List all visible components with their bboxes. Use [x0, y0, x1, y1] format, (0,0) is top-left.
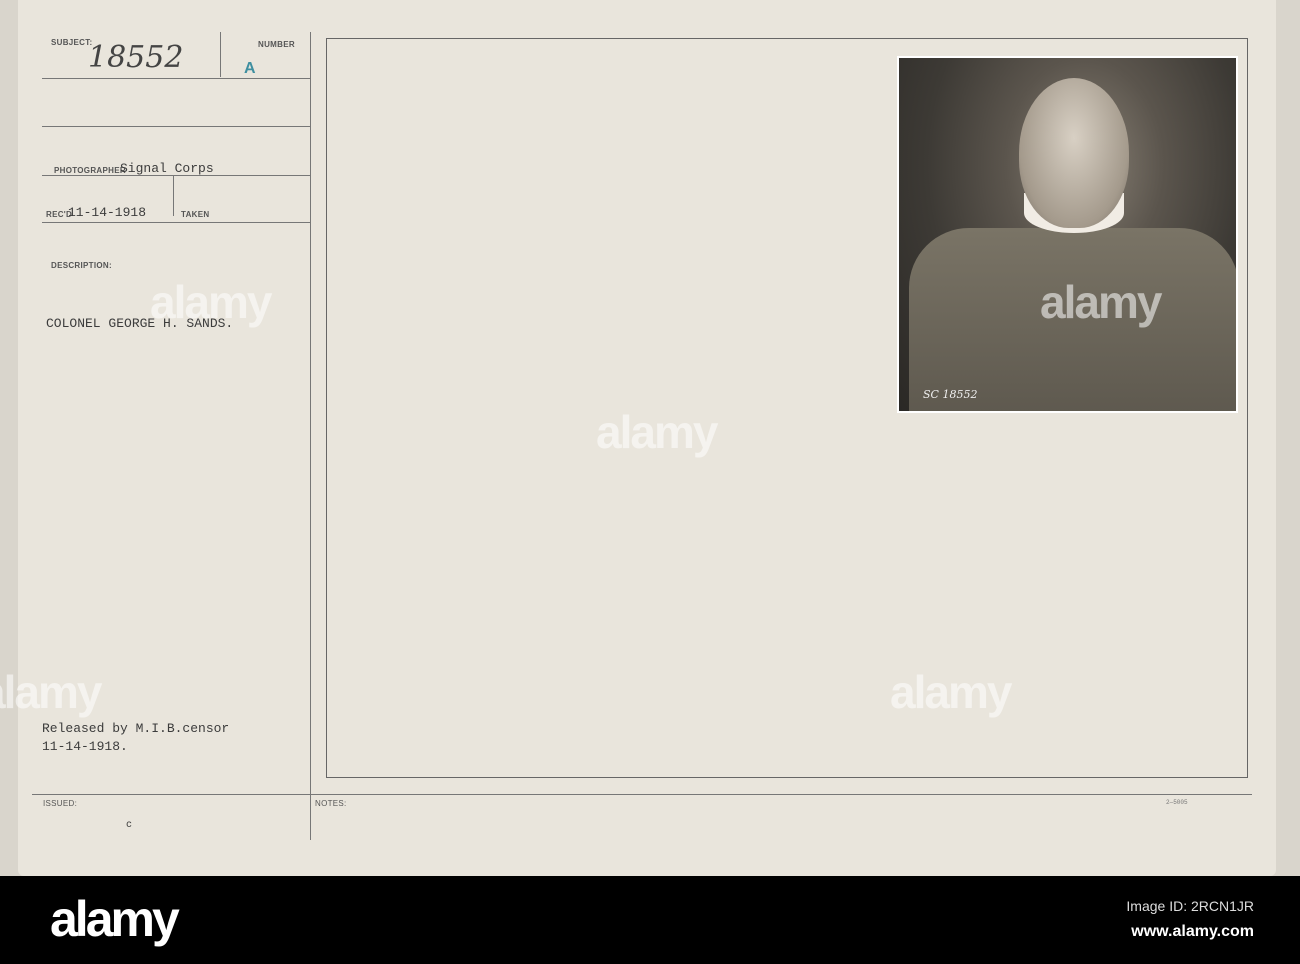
- alamy-logo: alamy: [50, 891, 180, 947]
- divider: [42, 78, 310, 79]
- description-label: DESCRIPTION:: [51, 261, 112, 270]
- watermark: alamy: [596, 406, 718, 458]
- footer-bar: alamy Image ID: 2RCN1JR www.alamy.com: [0, 876, 1300, 964]
- number-label: NUMBER: [258, 40, 295, 49]
- watermark: alamy: [890, 666, 1012, 718]
- notes-label: NOTES:: [315, 799, 347, 808]
- head: [1019, 78, 1129, 228]
- release-line-2: 11-14-1918.: [42, 739, 128, 754]
- release-line-1: Released by M.I.B.censor: [42, 721, 230, 736]
- image-id: Image ID: 2RCN1JR: [1126, 898, 1254, 914]
- divider: [173, 176, 174, 216]
- bottom-rule: [32, 794, 1252, 795]
- portrait-photo: SC 18552: [897, 56, 1238, 413]
- taken-label: TAKEN: [181, 210, 210, 219]
- column-divider: [310, 32, 311, 840]
- issued-label: ISSUED:: [43, 799, 78, 808]
- photographer-label: PHOTOGRAPHER: [54, 166, 126, 175]
- watermark: alamy: [1040, 276, 1162, 328]
- subject-value: 18552: [88, 40, 184, 75]
- watermark: alamy: [150, 276, 272, 328]
- site-url[interactable]: www.alamy.com: [1131, 923, 1254, 941]
- subject-label: SUBJECT:: [51, 38, 93, 47]
- divider: [42, 175, 310, 176]
- divider: [42, 126, 310, 127]
- watermark: alamy: [0, 666, 102, 718]
- form-number: 2—5005: [1166, 799, 1188, 806]
- received-value: 11-14-1918: [68, 205, 147, 220]
- negative-number: SC 18552: [923, 388, 978, 401]
- number-value: A: [244, 60, 256, 77]
- issued-mark: c: [126, 820, 133, 831]
- divider: [42, 222, 310, 223]
- photographer-value: Signal Corps: [120, 161, 214, 176]
- divider: [220, 32, 221, 77]
